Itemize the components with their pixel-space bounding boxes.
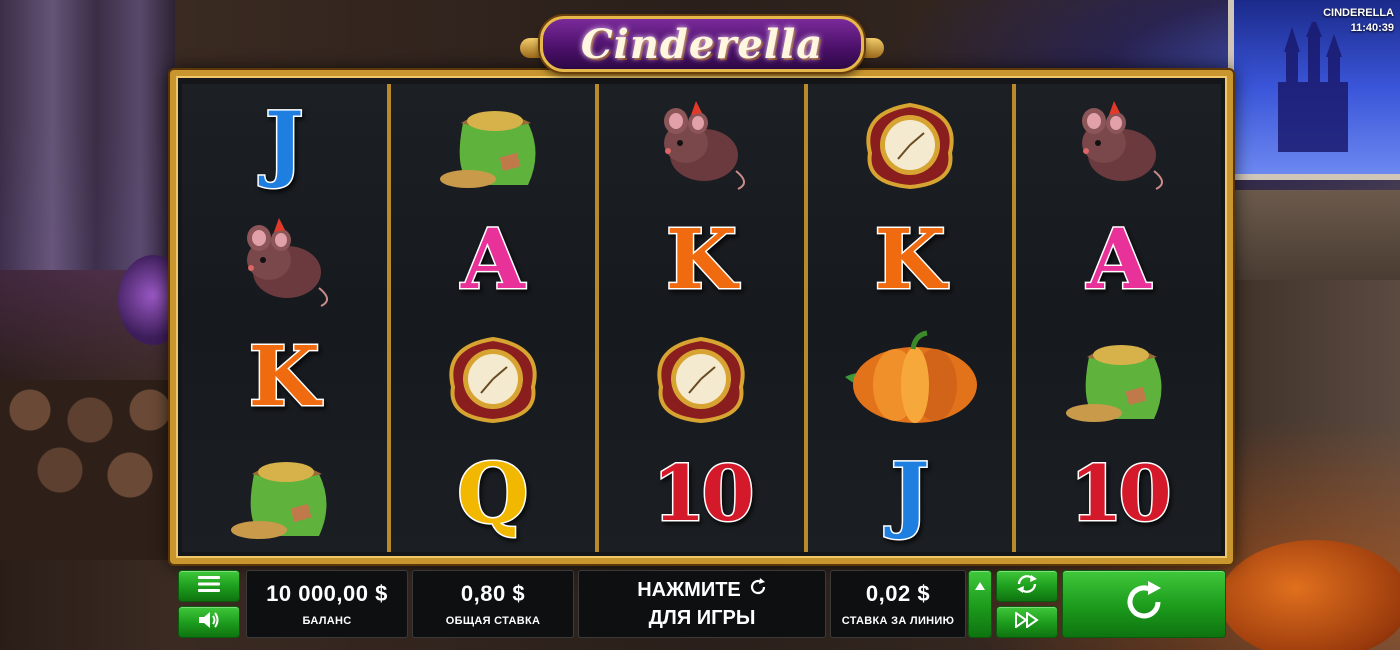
press-line-2: ДЛЯ ИГРЫ — [648, 607, 756, 629]
press-line-1: НАЖМИТЕ — [637, 579, 741, 601]
reel-cell: A — [1016, 201, 1221, 318]
grain-sack-icon — [1059, 327, 1179, 427]
reel-cell — [391, 84, 596, 201]
pumpkin-icon — [835, 327, 985, 427]
top-info: CINDERELLA 11:40:39 — [1323, 6, 1394, 36]
reel-cell — [1016, 84, 1221, 201]
balance-panel: 10 000,00 $ БАЛАНС — [246, 570, 408, 638]
symbol-a: A — [460, 211, 527, 308]
reel-cell — [182, 435, 387, 552]
reel-frame: J K A Q K 10 K J A 10 — [170, 70, 1233, 564]
reel-cell — [599, 84, 804, 201]
symbol-q: Q — [456, 445, 530, 542]
total-bet-value: 0,80 $ — [460, 581, 526, 606]
hamburger-icon — [198, 575, 220, 597]
reel-4: K J — [803, 84, 1013, 552]
speaker-icon — [197, 610, 221, 635]
symbol-k: K — [664, 211, 738, 308]
background-curtain — [0, 0, 175, 270]
spin-arrow-icon — [1120, 578, 1168, 631]
reel-cell: A — [391, 201, 596, 318]
reel-cell — [808, 84, 1013, 201]
line-bet-label: СТАВКА ЗА ЛИНИЮ — [841, 615, 955, 627]
reel-5: A 10 — [1012, 84, 1221, 552]
game-name-label: CINDERELLA — [1323, 7, 1394, 19]
game-title-plate: Cinderella — [520, 10, 884, 78]
symbol-j: J — [889, 445, 931, 542]
line-bet-panel[interactable]: 0,02 $ СТАВКА ЗА ЛИНИЮ — [830, 570, 966, 638]
reel-cell — [182, 201, 387, 318]
grain-sack-icon — [433, 93, 553, 193]
reel-cell — [1016, 318, 1221, 435]
line-bet-value: 0,02 $ — [865, 581, 931, 606]
reel-cell: 10 — [1016, 435, 1221, 552]
mouse-icon — [1064, 93, 1174, 193]
background-pumpkin — [1220, 540, 1400, 650]
balance-label: БАЛАНС — [302, 615, 352, 627]
clock-icon — [641, 327, 761, 427]
reel-cell: 10 — [599, 435, 804, 552]
reel-cell — [391, 318, 596, 435]
reels-grid: J K A Q K 10 K J A 10 — [182, 84, 1221, 552]
grain-sack-icon — [224, 444, 344, 544]
mouse-icon — [229, 210, 339, 310]
reel-2: A Q — [386, 84, 596, 552]
fast-forward-icon — [1015, 610, 1039, 633]
triangle-up-icon — [975, 577, 985, 595]
bet-increase-button[interactable] — [968, 570, 992, 638]
menu-button[interactable] — [178, 570, 240, 602]
total-bet-label: ОБЩАЯ СТАВКА — [445, 615, 541, 627]
autoplay-button[interactable] — [996, 570, 1058, 602]
clock-label: 11:40:39 — [1350, 22, 1394, 34]
symbol-k: K — [873, 211, 947, 308]
background-logs — [0, 380, 180, 560]
reel-3: K 10 — [595, 84, 804, 552]
symbol-j: J — [263, 94, 305, 191]
balance-value: 10 000,00 $ — [266, 581, 388, 606]
clock-icon — [850, 93, 970, 193]
autoplay-icon — [1015, 574, 1039, 599]
reel-cell — [808, 318, 1013, 435]
castle-silhouette — [1278, 22, 1348, 152]
reel-cell: K — [599, 201, 804, 318]
reel-cell: K — [182, 318, 387, 435]
press-to-play-panel[interactable]: НАЖМИТЕ ДЛЯ ИГРЫ — [578, 570, 826, 638]
reel-cell — [599, 318, 804, 435]
mouse-icon — [646, 93, 756, 193]
small-spin-icon — [749, 576, 767, 604]
game-title: Cinderella — [580, 20, 824, 68]
control-bar: 10 000,00 $ БАЛАНС 0,80 $ ОБЩАЯ СТАВКА Н… — [176, 568, 1228, 640]
symbol-ten: 10 — [651, 448, 756, 538]
turbo-button[interactable] — [996, 606, 1058, 638]
reel-cell: Q — [391, 435, 596, 552]
spin-button[interactable] — [1062, 570, 1226, 638]
reel-cell: J — [808, 435, 1013, 552]
symbol-k: K — [247, 328, 321, 425]
reel-cell: J — [182, 84, 387, 201]
total-bet-panel[interactable]: 0,80 $ ОБЩАЯ СТАВКА — [412, 570, 574, 638]
symbol-a: A — [1085, 211, 1152, 308]
sound-button[interactable] — [178, 606, 240, 638]
background-shelf — [1228, 190, 1400, 280]
reel-cell: K — [808, 201, 1013, 318]
clock-icon — [433, 327, 553, 427]
reel-1: J K — [182, 84, 387, 552]
symbol-ten: 10 — [1068, 448, 1173, 538]
